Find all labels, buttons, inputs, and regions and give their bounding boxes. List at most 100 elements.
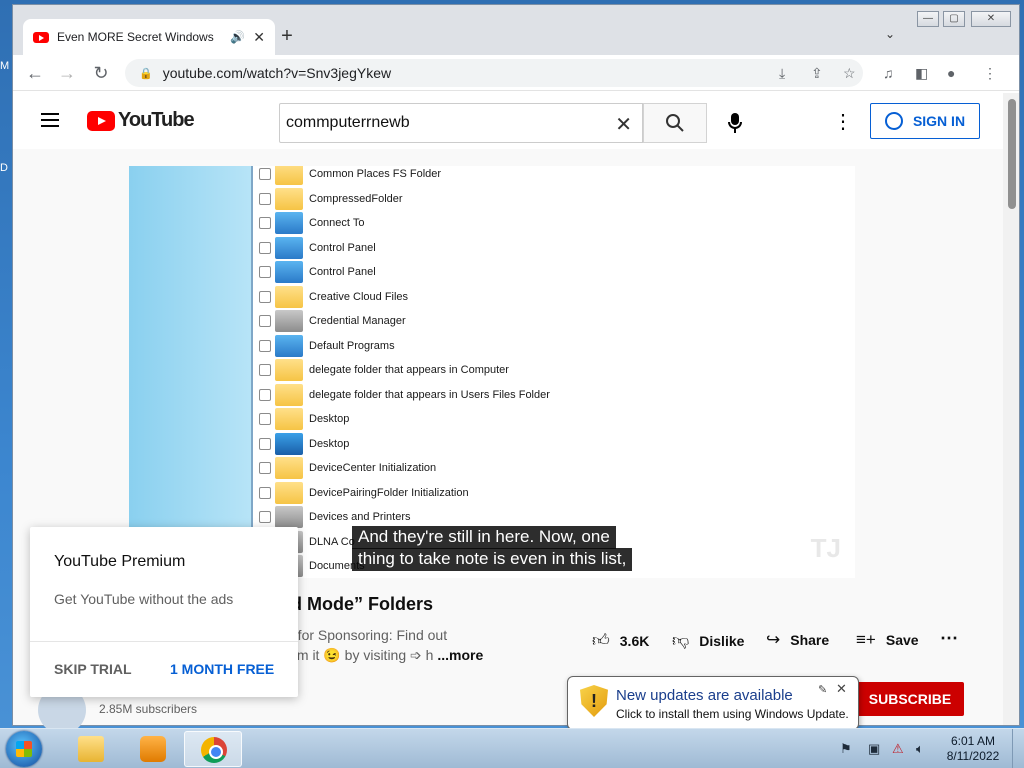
month-free-button[interactable]: 1 MONTH FREE (170, 661, 274, 677)
dislike-button[interactable]: 👎︎ Dislike (672, 630, 744, 651)
list-item-label: DevicePairingFolder Initialization (309, 486, 469, 499)
voice-search-button[interactable] (719, 107, 751, 139)
checkbox (259, 217, 271, 229)
premium-promo-popup: YouTube Premium Get YouTube without the … (30, 527, 298, 697)
install-app-icon[interactable]: ⤓ (779, 65, 785, 82)
list-item: CompressedFolder (257, 187, 403, 211)
tab-strip: Even MORE Secret Windows 🔊 ✕ + ⌄ — ▢ ✕ (13, 5, 1019, 55)
checkbox (259, 486, 271, 499)
side-panel-icon[interactable]: ◧ (915, 65, 928, 82)
subscriber-count: 2.85M subscribers (99, 702, 198, 716)
scrollbar-thumb[interactable] (1008, 99, 1016, 209)
list-item: Control Panel (257, 236, 376, 260)
media-control-icon[interactable]: ♫ (883, 65, 894, 81)
share-button[interactable]: ↪ Share (766, 630, 829, 650)
sign-in-label: SIGN IN (912, 113, 966, 129)
close-window-button[interactable]: ✕ (971, 11, 1011, 27)
gray-icon (275, 506, 303, 528)
list-item: Desktop (257, 432, 349, 456)
dislike-label: Dislike (699, 632, 745, 649)
list-item-label: CompressedFolder (309, 192, 403, 205)
cp-icon (275, 261, 303, 283)
maximize-button[interactable]: ▢ (943, 11, 965, 27)
windows-update-tray-icon[interactable]: ⚑ (840, 741, 852, 757)
pin-icon[interactable]: ✎ (818, 683, 827, 696)
bookmark-star-icon[interactable]: ☆ (843, 65, 856, 82)
list-item: Creative Cloud Files (257, 285, 408, 309)
minimize-button[interactable]: — (917, 11, 939, 27)
more-actions-icon[interactable]: ⋯ (940, 628, 958, 649)
sign-in-button[interactable]: SIGN IN (870, 103, 980, 139)
channel-watermark: TJ (810, 533, 841, 563)
save-label: Save (885, 632, 919, 648)
new-tab-button[interactable]: + (275, 25, 299, 48)
checkbox (259, 364, 271, 376)
premium-title: YouTube Premium (54, 553, 186, 570)
youtube-wordmark: YouTube (118, 109, 195, 131)
save-button[interactable]: ≡+ Save (856, 630, 919, 650)
list-item: DevicePairingFolder Initialization (257, 481, 469, 505)
search-icon (666, 114, 684, 132)
address-bar[interactable]: 🔒 youtube.com/watch?v=Snv3jegYkew (125, 59, 863, 87)
subscribe-button[interactable]: SUBSCRIBE (856, 682, 964, 716)
clock-date: 8/11/2022 (946, 749, 1000, 763)
reload-icon[interactable]: ↻ (89, 61, 113, 85)
chrome-menu-icon[interactable]: ⋮ (983, 65, 997, 82)
add-to-playlist-icon: ≡+ (856, 630, 876, 649)
checkbox (259, 266, 271, 278)
account-icon (884, 112, 903, 130)
share-page-icon[interactable]: ⇪ (811, 65, 823, 82)
list-item-label: Devices and Printers (309, 511, 411, 523)
folder-icon (78, 736, 104, 762)
desktop-icon-label: D (0, 162, 8, 174)
video-player[interactable]: Common Places FS Folder CompressedFolder C… (129, 166, 855, 578)
list-item-label: Common Places FS Folder (309, 168, 442, 180)
system-clock[interactable]: 6:01 AM 8/11/2022 (942, 734, 1004, 764)
show-more-link[interactable]: ...more (437, 647, 483, 663)
taskbar-media-player[interactable] (124, 731, 182, 767)
guide-menu-icon[interactable] (41, 113, 59, 127)
list-item-label: delegate folder that appears in Computer (309, 364, 509, 376)
close-notification-icon[interactable]: ✕ (836, 681, 847, 697)
list-item: delegate folder that appears in Computer (257, 358, 509, 382)
tab-search-chevron-icon[interactable]: ⌄ (885, 27, 895, 41)
volume-icon[interactable]: 🔈︎ (916, 741, 924, 757)
search-button[interactable] (643, 103, 707, 143)
start-button[interactable] (6, 731, 42, 767)
lock-icon[interactable]: 🔒 (139, 67, 153, 80)
premium-description: Get YouTube without the ads (54, 591, 234, 607)
list-item-label: DLNA Co (309, 535, 355, 548)
notification-subtitle: Click to install them using Windows Upda… (616, 707, 849, 721)
page-scrollbar[interactable] (1003, 93, 1019, 725)
windows-update-notification[interactable]: ! New updates are available Click to ins… (567, 676, 859, 739)
settings-more-icon[interactable]: ⋮ (833, 107, 853, 137)
clear-search-icon[interactable]: ✕ (615, 112, 632, 137)
taskbar-chrome[interactable] (184, 731, 242, 767)
back-icon[interactable]: ← (23, 61, 47, 85)
action-center-icon[interactable]: ▣ (868, 741, 880, 757)
profile-avatar-icon[interactable]: ● (947, 65, 955, 81)
url-text: youtube.com/watch?v=Snv3jegYkew (162, 65, 392, 81)
browser-tab[interactable]: Even MORE Secret Windows 🔊 ✕ (23, 19, 275, 55)
like-button[interactable]: 👍︎ 3.6K (592, 630, 649, 651)
taskbar-explorer[interactable] (62, 731, 120, 767)
audio-playing-icon[interactable]: 🔊 (230, 30, 245, 44)
youtube-logo[interactable]: YouTube (87, 109, 195, 132)
list-item-label: Desktop (309, 413, 350, 425)
checkbox (259, 168, 271, 180)
close-tab-icon[interactable]: ✕ (253, 29, 265, 46)
list-item: Connect To (257, 211, 364, 235)
description-text: aim it 😉 by visiting ➩ h ...more (286, 647, 483, 664)
checkbox (259, 388, 271, 401)
share-arrow-icon: ↪ (766, 630, 781, 649)
forward-icon[interactable]: → (55, 61, 79, 85)
description-text: e for Sponsoring: Find out (286, 627, 448, 643)
caption-line: thing to take note is even in this list, (352, 548, 633, 571)
search-input[interactable]: commputerrnewb ✕ (279, 103, 643, 143)
caption-line: And they're still in here. Now, one (352, 526, 616, 549)
description-line: aim it 😉 by visiting ➩ h (286, 647, 434, 663)
show-desktop-button[interactable] (1012, 729, 1024, 768)
list-item: Common Places FS Folder (257, 166, 441, 186)
network-error-icon[interactable]: ⚠ (892, 741, 904, 757)
skip-trial-button[interactable]: SKIP TRIAL (54, 661, 132, 677)
